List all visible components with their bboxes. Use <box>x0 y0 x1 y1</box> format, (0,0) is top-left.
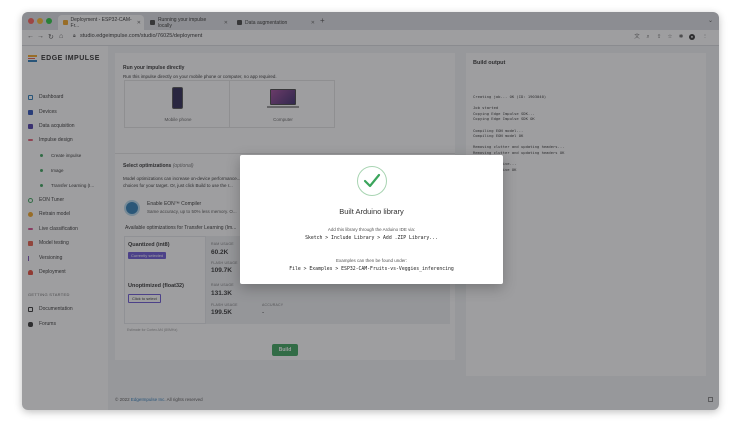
modal-instruction-1: Add this library through the Arduino IDE… <box>327 227 416 232</box>
success-check-icon <box>357 166 387 196</box>
modal-title: Built Arduino library <box>339 207 404 216</box>
built-library-modal: Built Arduino library Add this library t… <box>240 155 503 284</box>
modal-menu-path-2: File > Examples > ESP32-CAM-Fruits-vs-Ve… <box>289 267 454 272</box>
browser-window: Deployment - ESP32-CAM-Fr... ✕ Running y… <box>22 12 719 410</box>
modal-instruction-2: Examples can then be found under: <box>335 258 408 263</box>
checkmark-icon <box>363 173 381 188</box>
modal-menu-path-1: Sketch > Include Library > Add .ZIP Libr… <box>305 236 438 241</box>
